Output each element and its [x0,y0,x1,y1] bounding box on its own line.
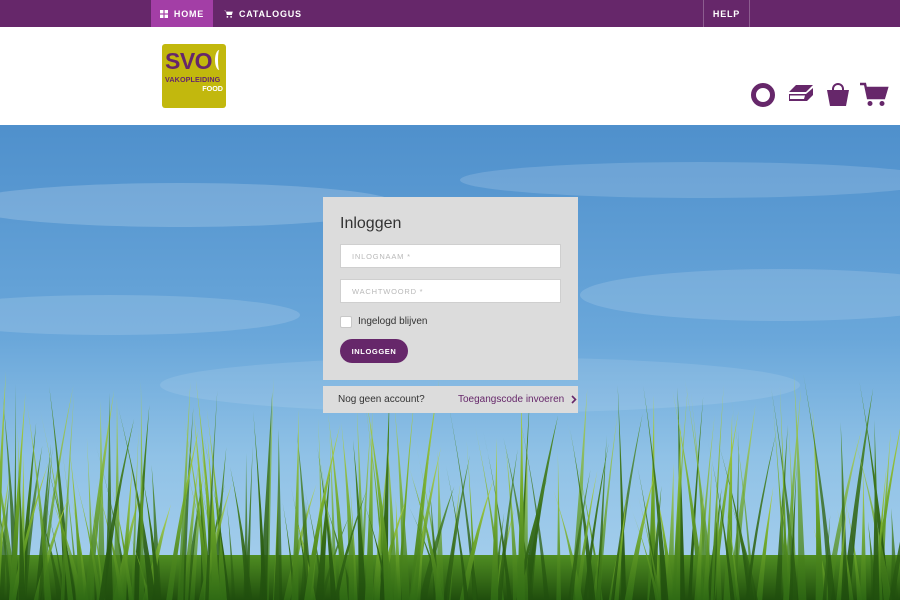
nav-help-label: HELP [712,8,741,19]
nav-home-label: HOME [173,8,205,19]
site-header: SVO VAKOPLEIDING FOOD [0,27,900,125]
grass-blade [556,452,562,600]
top-nav-bar: HOME CATALOGUS HELP [0,0,900,27]
svo-logo[interactable]: SVO VAKOPLEIDING FOOD [162,44,226,108]
bag-icon[interactable] [825,82,851,113]
logo-swirl [215,50,224,70]
grass-blade [243,453,249,600]
nav-catalogus-label: CATALOGUS [239,8,302,19]
grass-blade [859,469,867,600]
login-button[interactable]: INLOGGEN [340,339,408,363]
grass-blade [516,390,525,600]
login-title: Inloggen [340,215,402,232]
no-account-text: Nog geen account? [338,394,425,405]
shopping-cart-icon[interactable] [859,82,889,113]
remember-me-label: Ingelogd blijven [358,316,428,327]
access-code-link[interactable]: Toegangscode invoeren [458,394,577,405]
remember-me-checkbox[interactable] [340,316,352,328]
logo-vakopleiding-text: VAKOPLEIDING [165,75,221,84]
logo-food-text: FOOD [202,84,223,93]
chevron-right-icon [571,395,577,404]
cart-icon [224,10,233,18]
grid-icon [159,9,168,18]
logo-svo-text: SVO [165,48,213,74]
login-panel: Inloggen Ingelogd blijven INLOGGEN [323,197,578,380]
nav-home[interactable]: HOME [151,0,213,27]
grass-blade [273,428,283,600]
username-input[interactable] [340,244,561,268]
account-bar: Nog geen account? Toegangscode invoeren [323,386,578,413]
password-input[interactable] [340,279,561,303]
nav-help[interactable]: HELP [703,0,750,27]
access-code-label: Toegangscode invoeren [458,394,565,405]
ring-icon[interactable] [750,82,776,113]
stack-icon[interactable] [787,82,815,113]
nav-catalogus[interactable]: CATALOGUS [213,0,307,27]
